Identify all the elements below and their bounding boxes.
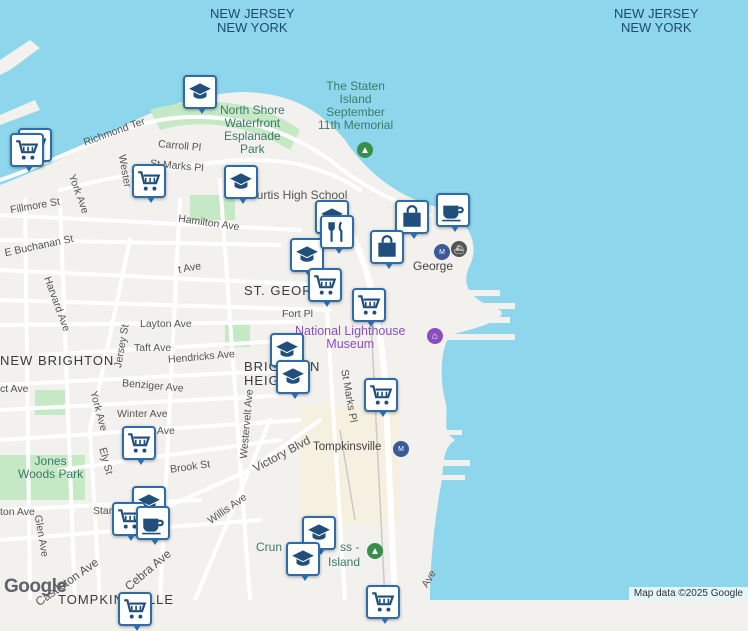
shopping-cart-marker[interactable] (364, 378, 398, 417)
shopping-bag-icon (403, 205, 421, 227)
park-pin-icon-2[interactable]: ▲ (367, 543, 383, 559)
school-icon (189, 83, 211, 99)
school-marker[interactable] (290, 238, 324, 277)
map-credit[interactable]: Map data ©2025 Google (628, 587, 748, 600)
lighthouse-line-2: Museum (326, 337, 375, 351)
school-marker[interactable] (276, 360, 310, 399)
shopping-cart-marker[interactable] (366, 585, 400, 624)
subway-icon[interactable]: M (393, 441, 409, 457)
station-tompkinsville[interactable]: Tompkinsville (313, 441, 381, 453)
esplanade-line-4: Park (240, 142, 265, 156)
street-ton-ave: ton Ave (0, 506, 35, 518)
shopping-cart-marker[interactable] (308, 268, 342, 307)
poi-cruise-bottom: Island (328, 555, 361, 569)
street-layton: Layton Ave (140, 318, 192, 330)
poi-lighthouse-museum[interactable]: National Lighthouse Museum (295, 325, 406, 351)
state-label-ny-2: NEW YORK (620, 20, 692, 35)
shopping-bag-marker[interactable] (370, 230, 404, 269)
state-label-nj-ny-left: NEW JERSEY NEW YORK (210, 7, 295, 35)
poi-st-george-terminal: George (413, 259, 454, 273)
shopping-cart-icon (370, 385, 393, 405)
coffee-icon (142, 518, 164, 535)
state-label-nj: NEW JERSEY (210, 6, 295, 21)
google-logo: Google (4, 576, 67, 597)
state-label-nj-ny-right: NEW JERSEY NEW YORK (614, 7, 699, 35)
shopping-bag-marker[interactable] (395, 200, 429, 239)
shopping-cart-icon (16, 140, 39, 160)
coffee-icon (442, 205, 464, 222)
transit-icon[interactable]: M (434, 244, 450, 260)
poi-cruise-left: Crun (256, 540, 283, 554)
shopping-cart-marker[interactable] (132, 164, 166, 203)
restaurant-icon (328, 221, 343, 242)
restaurant-marker[interactable] (320, 215, 354, 254)
ferry-icon[interactable]: ⛴ (451, 241, 467, 257)
shopping-cart-marker[interactable] (352, 288, 386, 327)
shopping-cart-icon (138, 171, 161, 191)
poi-esplanade[interactable]: North Shore Waterfront Esplanade Park (220, 104, 285, 156)
school-icon (282, 368, 304, 384)
street-fort-pl: Fort Pl (282, 308, 313, 320)
memorial-line-4: 11th Memorial (318, 118, 394, 132)
school-icon (296, 246, 318, 262)
school-marker[interactable] (183, 75, 217, 114)
coffee-marker[interactable] (136, 506, 170, 545)
shopping-cart-icon (314, 275, 337, 295)
shopping-cart-icon (372, 592, 395, 612)
street-winter: Winter Ave (117, 408, 168, 420)
school-marker[interactable] (286, 542, 320, 581)
shopping-bag-icon (378, 235, 396, 257)
shopping-cart-marker[interactable] (118, 592, 152, 631)
street-taft: Taft Ave (134, 342, 172, 354)
school-icon (292, 550, 314, 566)
school-icon (230, 173, 252, 189)
park-pin-icon[interactable]: ▲ (357, 142, 373, 158)
neighborhood-new-brighton: NEW BRIGHTON (0, 353, 115, 368)
museum-icon[interactable]: ⌂ (427, 328, 443, 344)
poi-cruise-mid: ss - (340, 540, 360, 554)
street-ct-ave: ct Ave (0, 383, 29, 395)
jones-line-2: Woods Park (18, 467, 84, 481)
shopping-cart-marker[interactable] (122, 426, 156, 465)
school-marker[interactable] (224, 165, 258, 204)
shopping-cart-icon (128, 433, 151, 453)
shopping-cart-marker[interactable] (10, 133, 44, 172)
coffee-marker[interactable] (436, 193, 470, 232)
state-label-ny: NEW YORK (216, 20, 288, 35)
poi-jones-woods[interactable]: Jones Woods Park (18, 455, 83, 481)
state-label-nj-2: NEW JERSEY (614, 6, 699, 21)
poi-memorial[interactable]: The Staten Island September 11th Memoria… (318, 80, 393, 132)
shopping-cart-icon (358, 295, 381, 315)
